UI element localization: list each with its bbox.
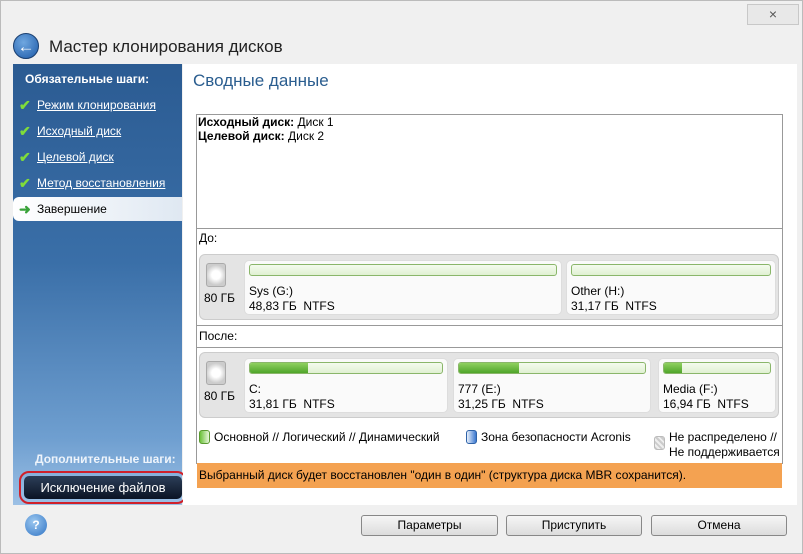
check-icon: ✔: [19, 148, 31, 165]
partition-sys[interactable]: Sys (G:) 48,83 ГБ NTFS: [244, 260, 562, 315]
optional-steps-heading: Дополнительные шаги:: [35, 452, 176, 466]
acronis-zone-swatch-icon: [466, 430, 477, 444]
after-label: После:: [197, 325, 782, 348]
partition-e[interactable]: 777 (E:) 31,25 ГБ NTFS: [453, 358, 651, 413]
after-disk-row[interactable]: 80 ГБ C: 31,81 ГБ NTFS 777 (E:) 31,25 ГБ N…: [199, 352, 779, 418]
usage-bar: [458, 362, 646, 374]
sidebar-item-clone-mode[interactable]: ✔ Режим клонирования: [13, 93, 182, 117]
window-title: Мастер клонирования дисков: [49, 37, 283, 56]
arrow-left-icon: ←: [17, 37, 35, 56]
help-icon: ?: [32, 518, 40, 532]
required-steps-heading: Обязательные шаги:: [25, 72, 150, 86]
disk-size: 80 ГБ: [204, 389, 236, 403]
exclude-files-button[interactable]: Исключение файлов: [19, 471, 187, 504]
target-disk-line: Целевой диск: Диск 2: [198, 129, 325, 143]
sidebar-item-source-disk[interactable]: ✔ Исходный диск: [13, 119, 182, 143]
usage-fill: [459, 363, 519, 373]
before-disk-row[interactable]: 80 ГБ Sys (G:) 48,83 ГБ NTFS Other (H:) 31…: [199, 254, 779, 320]
usage-fill: [250, 363, 308, 373]
hard-disk-icon: [206, 263, 226, 287]
usage-bar: [249, 362, 443, 374]
back-button[interactable]: ←: [13, 33, 39, 59]
check-icon: ✔: [19, 96, 31, 113]
sidebar-item-target-disk[interactable]: ✔ Целевой диск: [13, 145, 182, 169]
unallocated-swatch-icon: [654, 436, 665, 450]
usage-fill: [664, 363, 683, 373]
close-button[interactable]: ×: [747, 4, 799, 25]
check-icon: ✔: [19, 174, 31, 191]
before-label: До:: [197, 228, 782, 247]
proceed-button[interactable]: Приступить: [506, 515, 642, 536]
notice-bar: Выбранный диск будет восстановлен "один …: [197, 463, 782, 488]
source-disk-line: Исходный диск: Диск 1: [198, 115, 334, 129]
disk-size: 80 ГБ: [204, 291, 236, 305]
help-button[interactable]: ?: [25, 514, 47, 536]
page-title: Сводные данные: [193, 71, 329, 90]
usage-bar: [571, 264, 771, 276]
close-icon: ×: [768, 6, 778, 22]
partition-other[interactable]: Other (H:) 31,17 ГБ NTFS: [566, 260, 776, 315]
usage-bar: [663, 362, 771, 374]
sidebar-item-recovery-method[interactable]: ✔ Метод восстановления: [13, 171, 182, 195]
legend: Основной // Логический // Динамический З…: [198, 429, 781, 459]
partition-c[interactable]: C: 31,81 ГБ NTFS: [244, 358, 448, 413]
usage-bar: [249, 264, 557, 276]
arrow-right-icon: ➜: [19, 200, 31, 217]
cancel-button[interactable]: Отмена: [651, 515, 787, 536]
check-icon: ✔: [19, 122, 31, 139]
sidebar-item-finish[interactable]: ➜ Завершение: [13, 197, 182, 221]
hard-disk-icon: [206, 361, 226, 385]
parameters-button[interactable]: Параметры: [361, 515, 498, 536]
primary-swatch-icon: [199, 430, 210, 444]
partition-f[interactable]: Media (F:) 16,94 ГБ NTFS: [658, 358, 776, 413]
